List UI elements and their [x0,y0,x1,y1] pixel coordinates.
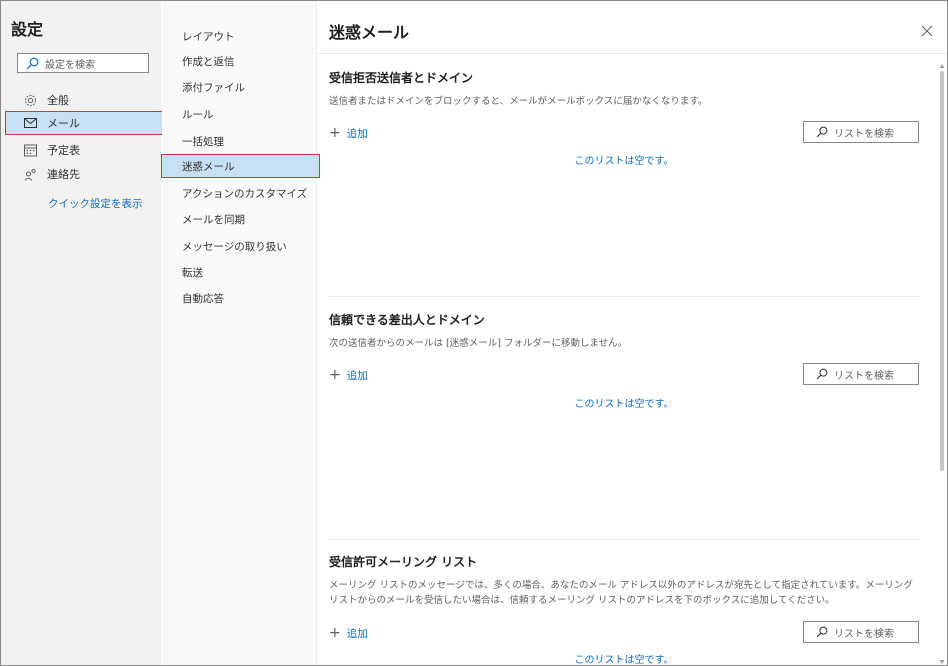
section-title: 受信許可メーリング リスト [329,555,478,569]
mail-nav-item-junk-email[interactable]: 迷惑メール [161,154,320,178]
add-label: 追加 [346,627,368,640]
safe-mailing-lists-section: 受信許可メーリング リスト メーリング リストのメッセージでは、多くの場合、あな… [329,553,919,665]
calendar-icon [23,143,37,157]
settings-title: 設定 [11,20,44,39]
mail-nav-item-automatic-replies[interactable]: 自動応答 [162,287,316,309]
settings-search-input[interactable]: 設定を検索 [17,53,149,73]
mail-nav-label: 迷惑メール [182,160,235,173]
mail-nav-item-rules[interactable]: ルール [162,103,316,125]
plus-icon: + [329,125,341,141]
plus-icon: + [329,625,341,641]
mail-nav-label: 転送 [182,266,203,279]
blocked-senders-search-input[interactable]: リストを検索 [803,121,919,143]
search-placeholder: リストを検索 [834,628,894,640]
blocked-senders-add-button[interactable]: + 追加 [329,125,368,141]
search-placeholder: リストを検索 [834,128,894,140]
mail-nav-label: アクションのカスタマイズ [182,187,308,200]
nav-item-general[interactable]: 全般 [1,89,161,111]
search-icon [816,368,829,381]
mail-nav-label: メッセージの取り扱い [182,240,287,253]
nav-item-label: 全般 [47,94,69,107]
page-title: 迷惑メール [329,23,410,42]
nav-item-calendar[interactable]: 予定表 [1,139,161,161]
settings-sidebar: 設定 設定を検索 全般 メール 予定表 連絡先 クイック設定を表示 [1,1,164,665]
header-divider [317,53,947,54]
search-placeholder: リストを検索 [834,370,894,382]
mail-nav-item-layout[interactable]: レイアウト [162,25,316,47]
gear-icon [23,93,37,107]
mail-settings-nav: レイアウト 作成と返信 添付ファイル ルール 一括処理 迷惑メール アクションの… [161,1,320,665]
vertical-scrollbar[interactable] [940,71,944,471]
nav-item-label: 予定表 [47,144,80,157]
mail-nav-label: 作成と返信 [182,55,235,68]
mail-nav-label: 自動応答 [182,292,224,305]
safe-mailing-lists-add-button[interactable]: + 追加 [329,625,368,641]
mail-nav-item-message-handling[interactable]: メッセージの取り扱い [162,235,316,257]
safe-mailing-lists-search-input[interactable]: リストを検索 [803,621,919,643]
close-button[interactable] [921,25,933,37]
empty-list-message: このリストは空です。 [574,655,674,666]
mail-nav-item-forwarding[interactable]: 転送 [162,261,316,283]
search-icon [26,56,40,70]
mail-nav-item-compose-reply[interactable]: 作成と返信 [162,50,316,72]
close-icon [921,25,933,37]
nav-item-label: 連絡先 [47,168,80,181]
search-icon [816,626,829,639]
section-description: 送信者またはドメインをブロックすると、メールがメールボックスに届かなくなります。 [329,96,708,107]
mail-nav-item-customize-actions[interactable]: アクションのカスタマイズ [162,182,316,204]
blocked-senders-section: 受信拒否送信者とドメイン 送信者またはドメインをブロックすると、メールがメールボ… [329,69,919,167]
mail-nav-item-sync-email[interactable]: メールを同期 [162,208,316,230]
nav-item-contacts[interactable]: 連絡先 [1,163,161,185]
junk-email-panel: 迷惑メール 受信拒否送信者とドメイン 送信者またはドメインをブロックすると、メー… [317,1,947,665]
section-description: メーリング リストのメッセージでは、多くの場合、あなたのメール アドレス以外のア… [329,580,913,606]
quick-settings-link[interactable]: クイック設定を表示 [48,196,143,211]
scroll-up-arrow-icon[interactable] [939,59,945,68]
nav-item-label: メール [47,117,80,130]
section-divider [329,296,919,297]
mail-nav-label: 一括処理 [182,135,224,148]
section-description: 次の送信者からのメールは [迷惑メール] フォルダーに移動しません。 [329,338,628,349]
empty-list-message: このリストは空です。 [574,399,674,410]
add-label: 追加 [346,127,368,140]
safe-senders-add-button[interactable]: + 追加 [329,367,368,383]
mail-icon [23,116,37,130]
mail-nav-label: ルール [182,108,214,121]
nav-item-mail[interactable]: メール [5,111,164,135]
search-icon [816,126,829,139]
empty-list-message: このリストは空です。 [574,156,674,167]
mail-nav-label: 添付ファイル [182,81,245,94]
scroll-down-arrow-icon[interactable] [939,655,945,664]
plus-icon: + [329,367,341,383]
mail-nav-label: レイアウト [182,30,235,43]
mail-nav-item-sweep[interactable]: 一括処理 [162,130,316,152]
people-icon [23,167,37,181]
add-label: 追加 [346,369,368,382]
settings-search-placeholder: 設定を検索 [45,59,95,71]
safe-senders-search-input[interactable]: リストを検索 [803,363,919,385]
section-divider [329,539,919,540]
mail-nav-item-attachments[interactable]: 添付ファイル [162,76,316,98]
section-title: 受信拒否送信者とドメイン [329,71,474,85]
section-title: 信頼できる差出人とドメイン [329,313,485,327]
safe-senders-section: 信頼できる差出人とドメイン 次の送信者からのメールは [迷惑メール] フォルダー… [329,311,919,410]
mail-nav-label: メールを同期 [182,213,245,226]
settings-window: 設定 設定を検索 全般 メール 予定表 連絡先 クイック設定を表示 レイアウト … [0,0,948,666]
